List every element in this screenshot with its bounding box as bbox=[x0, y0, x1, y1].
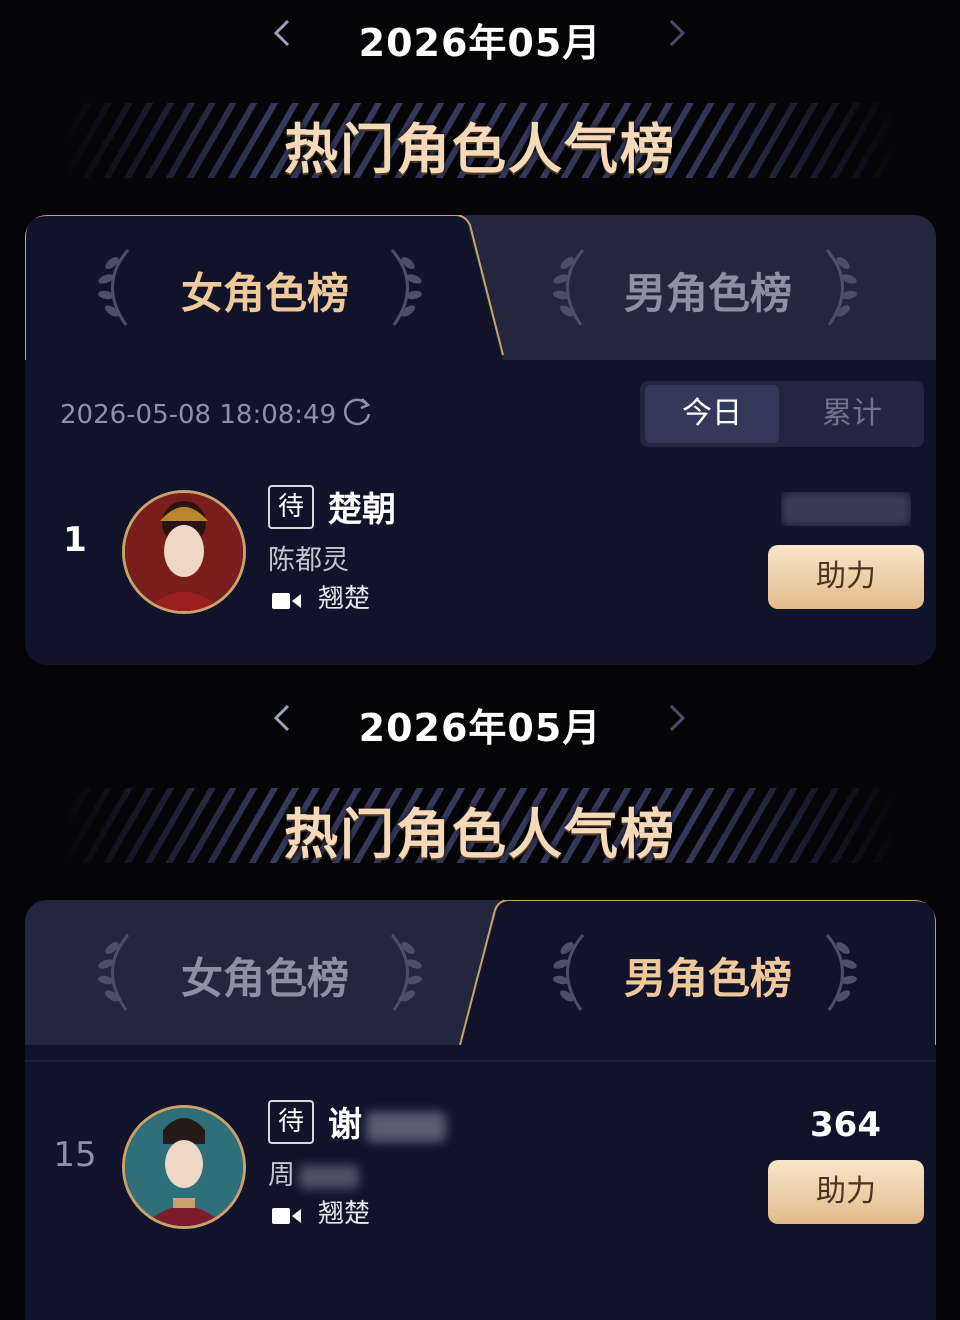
drama-name: 翘楚 bbox=[318, 1199, 371, 1229]
status-badge: 待 bbox=[268, 485, 314, 529]
vote-count-redacted bbox=[781, 492, 911, 526]
month-selector: 2026年05月 bbox=[0, 0, 960, 70]
period-today-option[interactable]: 今日 bbox=[645, 385, 779, 443]
period-total-option[interactable]: 累计 bbox=[785, 385, 919, 443]
banner-title: 热门角色人气榜 bbox=[284, 118, 676, 181]
laurel-wreath-icon bbox=[825, 934, 857, 1011]
divider bbox=[25, 1060, 936, 1062]
update-timestamp: 2026-05-08 18:08:49 bbox=[60, 400, 337, 430]
actor-name: 周 bbox=[268, 1153, 359, 1192]
ranking-card: 女角色榜 男角色榜 2026-05-08 18:08:49 今日 累计 1 待 … bbox=[25, 215, 936, 665]
month-selector: 2026年05月 bbox=[0, 685, 960, 755]
period-toggle: 今日 累计 bbox=[640, 381, 924, 447]
ranking-section-male: 2026年05月 热门角色人气榜 女角色榜 男角色榜 15 待 谢 周 翘楚 3… bbox=[0, 685, 960, 1320]
vote-count: 364 bbox=[810, 1105, 881, 1145]
tab-male[interactable]: 男角色榜 bbox=[480, 900, 936, 1045]
tab-female-label: 女角色榜 bbox=[180, 954, 349, 1003]
rank-number: 15 bbox=[53, 1135, 97, 1175]
avatar bbox=[122, 1105, 246, 1229]
ranking-card: 女角色榜 男角色榜 15 待 谢 周 翘楚 364 助力 bbox=[25, 900, 936, 1320]
laurel-wreath-icon bbox=[390, 249, 422, 326]
ranking-row[interactable]: 1 待 楚朝 陈都灵 翘楚 助力 bbox=[25, 470, 936, 620]
avatar bbox=[122, 490, 246, 614]
tab-male-label: 男角色榜 bbox=[623, 269, 792, 318]
ranking-banner: 热门角色人气榜 bbox=[40, 85, 920, 195]
banner-title: 热门角色人气榜 bbox=[284, 803, 676, 866]
chevron-right-icon[interactable] bbox=[665, 703, 689, 733]
ranking-row[interactable]: 15 待 谢 周 翘楚 364 助力 bbox=[25, 1085, 936, 1235]
laurel-wreath-icon bbox=[825, 249, 857, 326]
tab-female[interactable]: 女角色榜 bbox=[25, 215, 505, 360]
gender-tabs: 女角色榜 男角色榜 bbox=[25, 900, 936, 1045]
ranking-section-female: 2026年05月 热门角色人气榜 女角色榜 男角色榜 2026-05-08 18… bbox=[0, 0, 960, 685]
character-name: 谢 bbox=[328, 1097, 446, 1146]
drama-name: 翘楚 bbox=[318, 584, 371, 614]
status-badge: 待 bbox=[268, 1100, 314, 1144]
laurel-wreath-icon bbox=[390, 934, 422, 1011]
tab-female-label: 女角色榜 bbox=[180, 269, 349, 318]
gender-tabs: 女角色榜 男角色榜 bbox=[25, 215, 936, 360]
tab-male-label: 男角色榜 bbox=[623, 954, 792, 1003]
refresh-icon[interactable] bbox=[340, 395, 374, 429]
month-label: 2026年05月 bbox=[358, 21, 602, 65]
month-label: 2026年05月 bbox=[358, 706, 602, 750]
video-camera-icon bbox=[272, 1208, 301, 1224]
chevron-right-icon[interactable] bbox=[665, 18, 689, 48]
ranking-meta-bar: 2026-05-08 18:08:49 今日 累计 bbox=[25, 375, 936, 450]
video-camera-icon bbox=[272, 593, 301, 609]
ranking-banner: 热门角色人气榜 bbox=[40, 770, 920, 880]
character-name: 楚朝 bbox=[328, 490, 396, 530]
tab-male[interactable]: 男角色榜 bbox=[480, 215, 936, 360]
actor-name: 陈都灵 bbox=[268, 545, 349, 576]
tab-female[interactable]: 女角色榜 bbox=[25, 900, 505, 1045]
boost-button[interactable]: 助力 bbox=[768, 545, 924, 609]
rank-number: 1 bbox=[63, 520, 87, 560]
boost-button[interactable]: 助力 bbox=[768, 1160, 924, 1224]
